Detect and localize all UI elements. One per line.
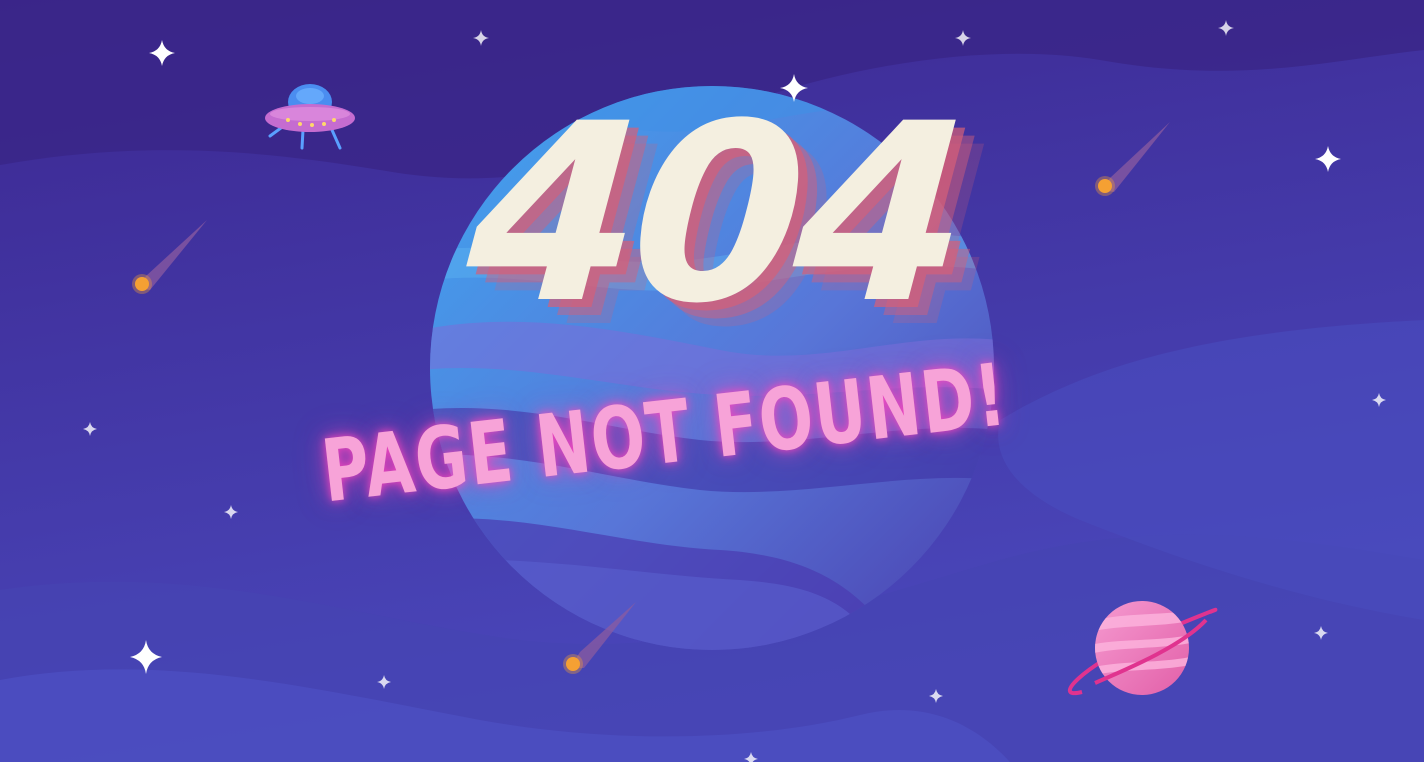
error-code-title: 404 xyxy=(460,72,970,358)
error-404-page: 404 PAGE NOT FOUND! xyxy=(0,0,1424,762)
